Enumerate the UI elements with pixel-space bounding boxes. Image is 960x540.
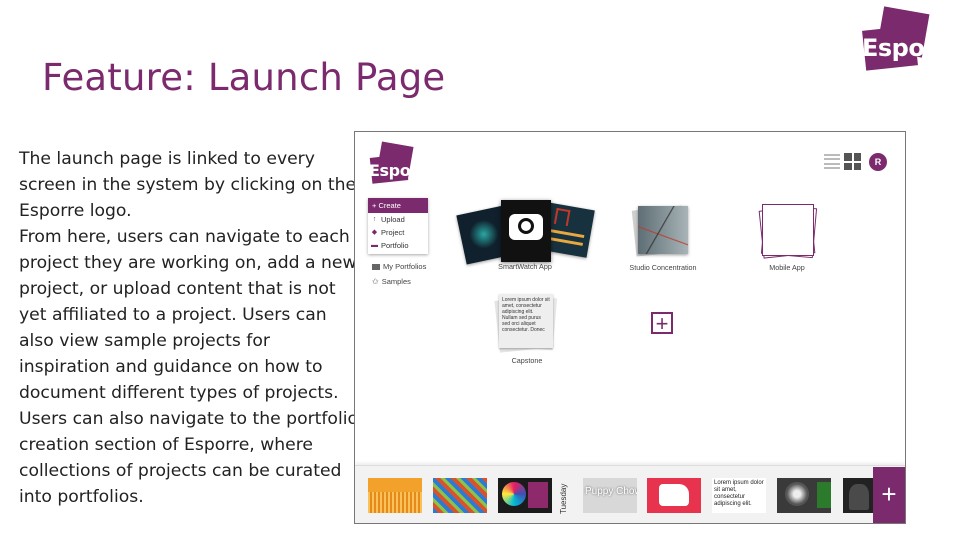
upload-thumbnail[interactable]: Puppy Chow [583, 478, 637, 513]
menu-item-label: Upload [381, 215, 405, 224]
recent-uploads-strip: Tuesday Puppy Chow Lorem ipsum dolor sit… [355, 465, 905, 523]
esporre-logo: Esporre [862, 6, 960, 71]
capstone-card-text: Lorem ipsum dolor sit amet, consectetur … [502, 297, 550, 333]
dog-icon [659, 484, 689, 506]
tuesday-thumbnail[interactable]: Tuesday [555, 478, 575, 514]
folder-icon [372, 263, 380, 270]
logo-text: Esporre [862, 34, 960, 62]
camera-icon [509, 214, 543, 240]
tile-label: Mobile App [769, 263, 805, 272]
upload-thumbnail[interactable] [433, 478, 487, 513]
app-logo[interactable]: Esporre [369, 141, 436, 184]
launch-page-screenshot: Esporre R + Create ↑ Upload ◆ Project ▬ … [354, 131, 906, 524]
tile-label: Studio Concentration [629, 263, 697, 272]
slide-title: Feature: Launch Page [42, 56, 446, 99]
upload-thumbnail[interactable] [777, 478, 831, 513]
list-view-icon[interactable] [824, 153, 840, 170]
sidebar-item-label: Samples [381, 277, 411, 286]
project-tile-studio-concentration[interactable]: Studio Concentration [620, 202, 706, 272]
sidebar-item-label: My Portfolios [383, 262, 427, 271]
description-text: The launch page is linked to every scree… [19, 146, 359, 510]
tuesday-label: Tuesday [559, 483, 568, 514]
project-tile-smartwatch[interactable]: SmartWatch App [455, 200, 595, 272]
paragraph-2: From here, users can navigate to each pr… [19, 227, 357, 403]
upload-icon: ↑ [372, 216, 377, 223]
tile-label: Capstone [511, 356, 543, 365]
paragraph-1: The launch page is linked to every scree… [19, 149, 357, 221]
project-tile-capstone[interactable]: Lorem ipsum dolor sit amet, consectetur … [487, 292, 567, 370]
portfolio-icon: ▬ [371, 242, 378, 249]
avatar[interactable]: R [869, 153, 887, 171]
project-tile-mobile-app[interactable]: Mobile App [745, 202, 829, 272]
menu-item-portfolio[interactable]: ▬ Portfolio [368, 239, 428, 252]
upload-thumbnail[interactable] [647, 478, 701, 513]
add-content-button[interactable]: + [873, 467, 905, 523]
app-logo-text: Esporre [369, 161, 436, 180]
menu-item-upload[interactable]: ↑ Upload [368, 213, 428, 226]
grid-view-icon[interactable] [844, 153, 861, 170]
create-menu: + Create ↑ Upload ◆ Project ▬ Portfolio [368, 198, 428, 254]
upload-thumbnail[interactable] [498, 478, 552, 513]
tile-label: SmartWatch App [498, 262, 552, 271]
sidebar-item-my-portfolios[interactable]: My Portfolios [372, 262, 426, 271]
menu-item-project[interactable]: ◆ Project [368, 226, 428, 239]
star-icon: ✩ [372, 277, 379, 286]
puppy-chow-label: Puppy Chow [585, 486, 637, 497]
paragraph-3: Users can also navigate to the portfolio… [19, 409, 359, 507]
menu-item-label: Project [381, 228, 405, 237]
upload-thumbnail[interactable] [368, 478, 422, 513]
lorem-text: Lorem ipsum dolor sit amet, consectetur … [714, 480, 764, 507]
create-button[interactable]: + Create [368, 198, 428, 213]
view-toggle [824, 153, 861, 170]
add-project-button[interactable]: + [651, 312, 673, 335]
project-icon: ◆ [371, 229, 378, 236]
upload-thumbnail[interactable]: Lorem ipsum dolor sit amet, consectetur … [712, 478, 766, 513]
sidebar-item-samples[interactable]: ✩ Samples [372, 277, 411, 286]
menu-item-label: Portfolio [381, 241, 409, 250]
